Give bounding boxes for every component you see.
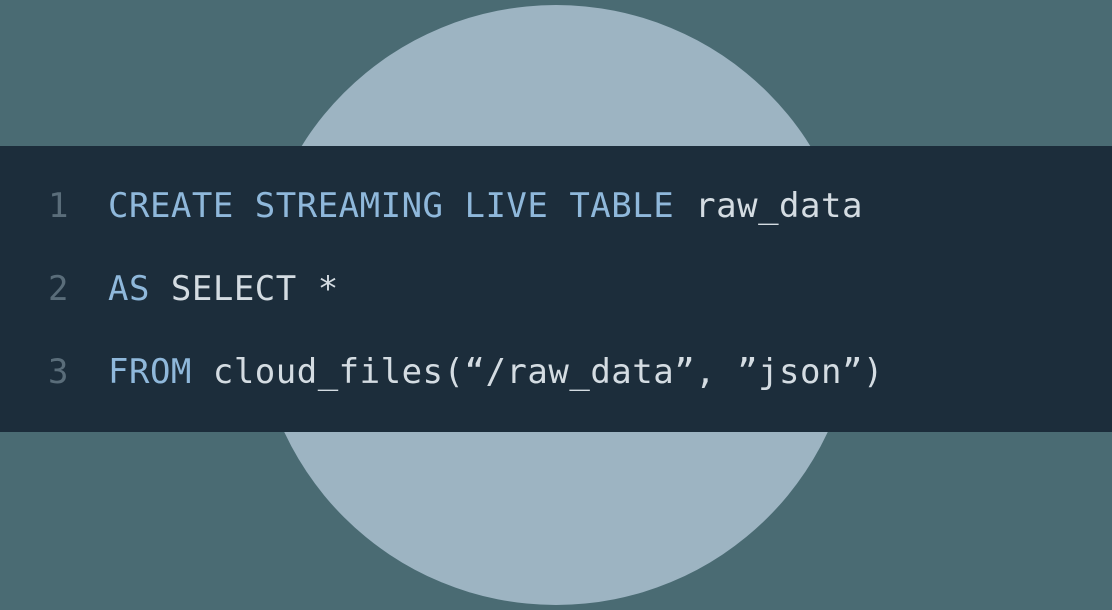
code-line: 2 AS SELECT *	[48, 269, 1064, 310]
code-line: 1 CREATE STREAMING LIVE TABLE raw_data	[48, 186, 1064, 227]
line-number: 2	[48, 269, 108, 310]
code-content: FROM cloud_files(“/raw_data”, ”json”)	[108, 352, 884, 393]
code-block: 1 CREATE STREAMING LIVE TABLE raw_data 2…	[0, 146, 1112, 432]
line-number: 3	[48, 352, 108, 393]
line-number: 1	[48, 186, 108, 227]
code-line: 3 FROM cloud_files(“/raw_data”, ”json”)	[48, 352, 1064, 393]
code-content: AS SELECT *	[108, 269, 339, 310]
code-content: CREATE STREAMING LIVE TABLE raw_data	[108, 186, 863, 227]
